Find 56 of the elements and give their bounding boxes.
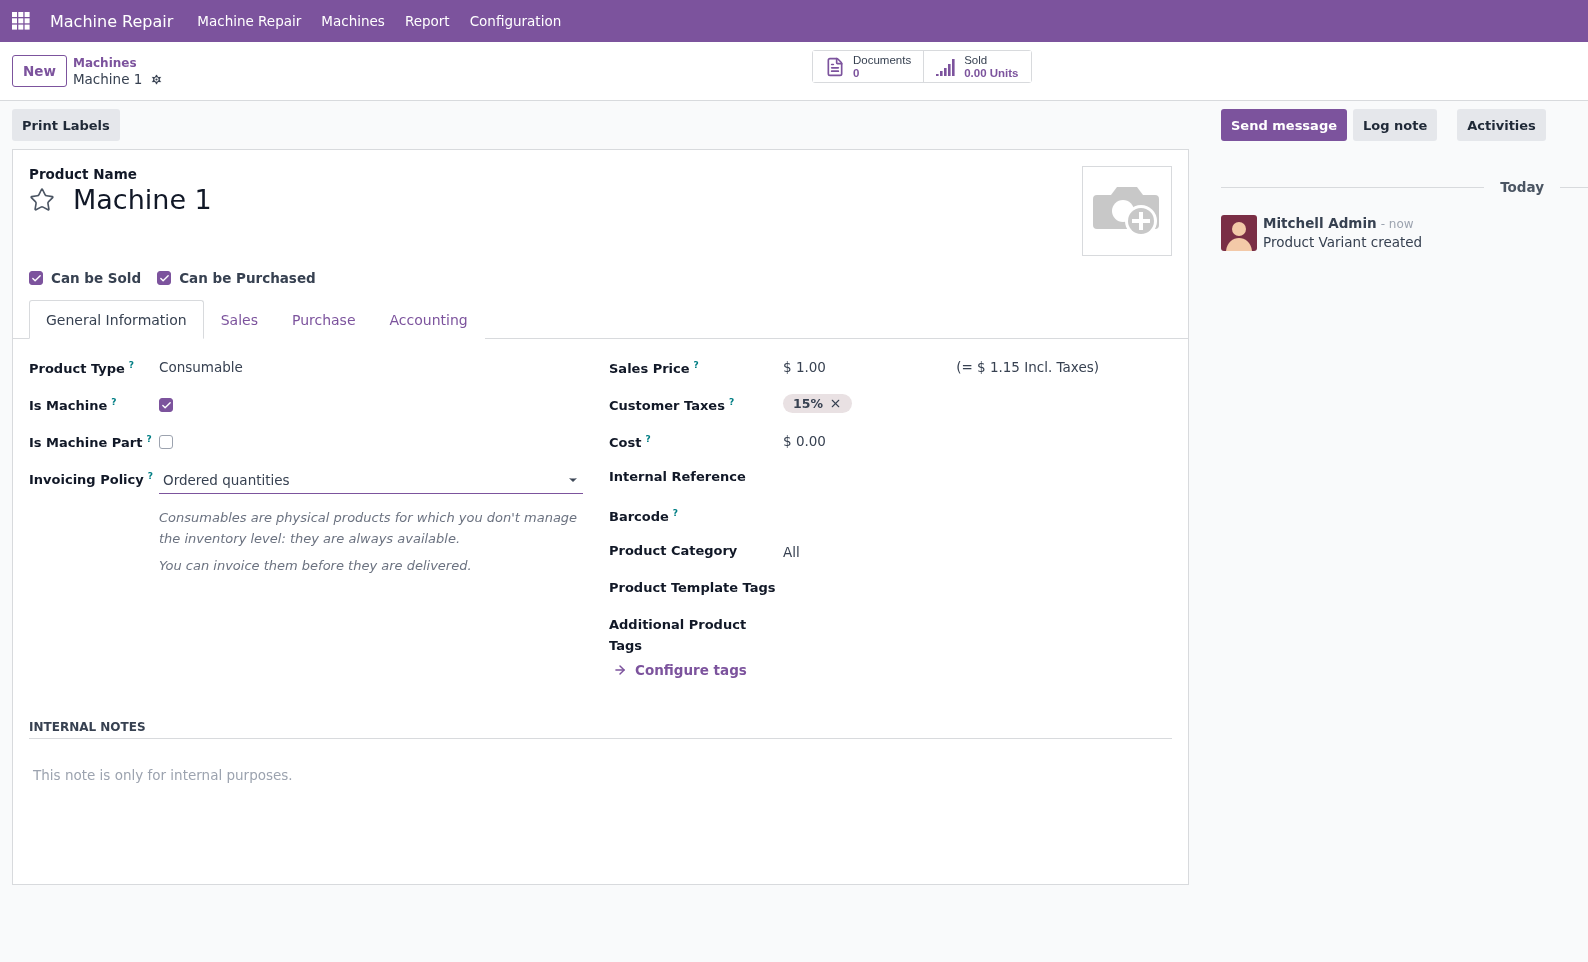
- breadcrumb-current: Machine 1: [72, 71, 143, 87]
- section-heading: INTERNAL NOTES: [29, 720, 1172, 739]
- field-label: Internal Reference: [609, 468, 747, 486]
- field-label: Is Machine $^{?}$: [29, 396, 118, 416]
- field-value: All: [783, 543, 800, 560]
- nav-menu-item[interactable]: Configuration: [469, 13, 562, 29]
- field-label: Is Machine Part $^{?}$: [29, 433, 153, 453]
- avatar-icon: [1221, 215, 1257, 251]
- star-icon[interactable]: [29, 186, 55, 213]
- arrow-icon: [613, 663, 627, 677]
- tab[interactable]: General Information: [29, 300, 204, 339]
- checkbox-label: Can be Sold: [51, 270, 142, 286]
- help-note: Consumables are physical products for which you don't manage the inventory level: they are always available.: [159, 509, 579, 548]
- message-author: Mitchell Admin: [1263, 215, 1377, 231]
- product-name[interactable]: Machine 1: [73, 184, 212, 215]
- field-label: Product Name: [29, 166, 138, 182]
- app-name[interactable]: Machine Repair: [50, 11, 174, 31]
- print-labels-button[interactable]: Print Labels: [12, 109, 120, 141]
- field-label: Product Template Tags: [609, 579, 777, 597]
- breadcrumb-link[interactable]: Machines: [72, 55, 164, 71]
- price-incl-taxes: (= $ 1.15 Incl. Taxes): [956, 358, 1099, 375]
- field-label: Additional Product Tags: [609, 616, 748, 655]
- help-note: You can invoice them before they are delivered.: [159, 557, 473, 575]
- chatter-button[interactable]: Send message: [1221, 109, 1347, 141]
- field-value: Consumable: [159, 358, 243, 375]
- bar-chart-icon: [936, 57, 957, 76]
- field-label: Product Type $^{?}$: [29, 359, 136, 379]
- date-separator: Today: [1500, 179, 1544, 195]
- field-label: Sales Price $^{?}$: [609, 359, 700, 379]
- field-label: Customer Taxes $^{?}$: [609, 396, 736, 416]
- document-icon: [825, 56, 845, 77]
- field-label: Invoicing Policy $^{?}$: [29, 470, 154, 490]
- message-time: - now: [1380, 217, 1414, 231]
- message-body: Product Variant created: [1263, 234, 1423, 250]
- field-label: Product Category: [609, 542, 739, 560]
- settings-icon[interactable]: [150, 72, 164, 86]
- field-label: Barcode $^{?}$: [609, 507, 680, 527]
- checkbox[interactable]: [29, 271, 43, 285]
- new-button[interactable]: New: [12, 55, 67, 87]
- nav-menu-item[interactable]: Report: [404, 13, 450, 29]
- tax-tag: 15%: [783, 394, 852, 413]
- checkbox[interactable]: [157, 271, 172, 285]
- chatter-button[interactable]: Activities: [1457, 109, 1546, 141]
- checkbox[interactable]: [159, 398, 173, 412]
- apps-menu-icon[interactable]: [12, 12, 30, 30]
- invoicing-policy-select[interactable]: Ordered quantities: [159, 466, 583, 494]
- field-value: $ 1.00: [783, 358, 826, 375]
- chatter-button[interactable]: Log note: [1353, 109, 1438, 141]
- checkbox-label: Can be Purchased: [179, 270, 316, 286]
- smart-button[interactable]: Documents 0: [813, 51, 925, 82]
- configure-tags-link[interactable]: Configure tags: [613, 662, 747, 678]
- field-label: Cost $^{?}$: [609, 433, 652, 453]
- field-value: $ 0.00: [783, 432, 826, 449]
- nav-menu-item[interactable]: Machines: [321, 13, 385, 29]
- nav-menu-item[interactable]: Machine Repair: [197, 13, 302, 29]
- checkbox[interactable]: [159, 435, 173, 449]
